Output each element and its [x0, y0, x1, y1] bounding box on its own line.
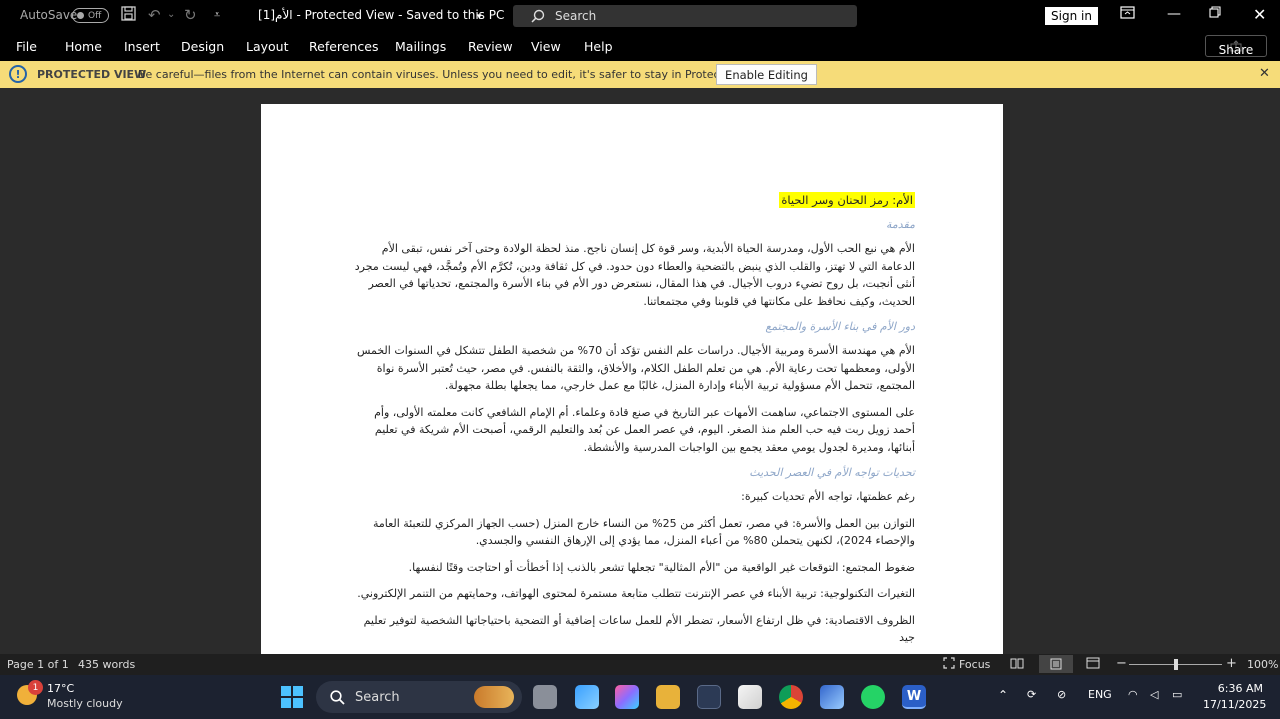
- protected-view-bar: ! PROTECTED VIEW Be careful—files from t…: [0, 61, 1280, 88]
- widgets-icon[interactable]: [575, 685, 599, 709]
- protected-view-message: Be careful—files from the Internet can c…: [138, 68, 770, 81]
- paragraph: ضغوط المجتمع: التوقعات غير الواقعية من "…: [408, 560, 915, 574]
- shield-icon: !: [9, 65, 27, 83]
- word-count[interactable]: 435 words: [78, 658, 135, 671]
- redo-icon[interactable]: ↻: [184, 6, 197, 24]
- section-heading: تحديات تواجه الأم في العصر الحديث: [749, 466, 915, 479]
- paragraph: الأم هي مهندسة الأسرة ومربية الأجيال. در…: [356, 344, 915, 392]
- zoom-out-icon[interactable]: −: [1116, 656, 1127, 671]
- volume-icon[interactable]: ◁: [1150, 688, 1158, 701]
- paragraph: على المستوى الاجتماعي، ساهمت الأمهات عبر…: [374, 405, 915, 454]
- share-label: Share: [1218, 43, 1254, 57]
- section-heading: مقدمة: [885, 218, 915, 231]
- paragraph: التغيرات التكنولوجية: تربية الأبناء في ع…: [357, 587, 915, 600]
- tab-design[interactable]: Design: [181, 39, 224, 54]
- taskbar-search-label: Search: [355, 689, 400, 705]
- paragraph: رغم عظمتها، تواجه الأم تحديات كبيرة:: [741, 490, 915, 503]
- share-button[interactable]: Share: [1205, 35, 1267, 57]
- wifi-icon[interactable]: ◠: [1128, 688, 1138, 701]
- zoom-in-icon[interactable]: +: [1226, 656, 1237, 671]
- search-highlight-icon: [473, 686, 514, 708]
- paragraph: التوازن بين العمل والأسرة: في مصر، تعمل …: [372, 516, 915, 548]
- autosave-label: AutoSave: [20, 8, 78, 22]
- sync-icon[interactable]: ⟳: [1027, 688, 1036, 701]
- app-cube-icon[interactable]: [820, 685, 844, 709]
- page-count[interactable]: Page 1 of 1: [7, 658, 69, 671]
- autosave-state: Off: [88, 10, 102, 21]
- status-bar: Page 1 of 1 435 words Focus − + 100%: [0, 654, 1280, 675]
- customize-toolbar-icon[interactable]: ⩡: [214, 6, 220, 24]
- save-icon[interactable]: [121, 6, 136, 25]
- title-dropdown-icon[interactable]: ▾: [477, 8, 482, 26]
- title-bar: AutoSave Off ↶ ⌄ ↻ ⩡ الأم[1] - Protected…: [0, 0, 1280, 32]
- show-hidden-icons[interactable]: ⌃: [998, 688, 1008, 702]
- document-canvas[interactable]: الأم: رمز الحنان وسر الحياة مقدمة الأم هي…: [0, 88, 1280, 654]
- taskbar: 1 17°C Mostly cloudy Search W ⌃ ⟳ ⊘ ENG …: [0, 675, 1280, 719]
- focus-icon[interactable]: [943, 657, 955, 672]
- edge-icon[interactable]: [697, 685, 721, 709]
- tab-help[interactable]: Help: [584, 39, 613, 54]
- language-indicator[interactable]: ENG: [1088, 688, 1112, 701]
- copilot-icon[interactable]: [615, 685, 639, 709]
- undo-dropdown-icon[interactable]: ⌄: [167, 6, 175, 24]
- minimize-icon[interactable]: —: [1167, 6, 1181, 22]
- undo-icon[interactable]: ↶: [148, 6, 161, 24]
- clock-time: 6:36 AM: [1217, 682, 1263, 695]
- section-heading: دور الأم في بناء الأسرة والمجتمع: [765, 320, 915, 333]
- print-layout-icon[interactable]: [1039, 655, 1073, 673]
- clock[interactable]: 6:36 AM 17/11/2025: [1203, 682, 1267, 711]
- taskbar-search[interactable]: Search: [316, 681, 522, 713]
- tab-home[interactable]: Home: [65, 39, 102, 54]
- document-content: الأم: رمز الحنان وسر الحياة مقدمة الأم هي…: [349, 188, 915, 647]
- notification-badge: 1: [28, 680, 43, 695]
- tab-insert[interactable]: Insert: [124, 39, 160, 54]
- toggle-dot: [77, 12, 84, 19]
- start-icon[interactable]: [281, 686, 303, 708]
- tab-layout[interactable]: Layout: [246, 39, 289, 54]
- temperature[interactable]: 17°C: [47, 682, 74, 695]
- search-label: Search: [555, 9, 597, 23]
- task-view-icon[interactable]: [533, 685, 557, 709]
- maximize-icon[interactable]: [1209, 6, 1221, 22]
- paragraph: الظروف الاقتصادية: في ظل ارتفاع الأسعار،…: [363, 613, 915, 645]
- protected-view-label: PROTECTED VIEW: [37, 68, 147, 81]
- close-bar-icon[interactable]: ✕: [1259, 66, 1270, 81]
- document-page[interactable]: الأم: رمز الحنان وسر الحياة مقدمة الأم هي…: [261, 104, 1003, 654]
- focus-label[interactable]: Focus: [959, 658, 990, 671]
- word-icon[interactable]: W: [902, 685, 926, 709]
- tab-review[interactable]: Review: [468, 39, 513, 54]
- tab-file[interactable]: File: [16, 39, 37, 54]
- sign-in-button[interactable]: Sign in: [1045, 7, 1098, 25]
- clock-date: 17/11/2025: [1203, 698, 1267, 711]
- weather-condition[interactable]: Mostly cloudy: [47, 697, 123, 710]
- read-mode-icon[interactable]: [1010, 657, 1024, 672]
- network-off-icon[interactable]: ⊘: [1057, 688, 1066, 701]
- tab-mailings[interactable]: Mailings: [395, 39, 446, 54]
- zoom-slider-thumb[interactable]: [1173, 659, 1178, 670]
- tab-view[interactable]: View: [531, 39, 561, 54]
- search-icon: [531, 9, 545, 23]
- document-heading: الأم: رمز الحنان وسر الحياة: [779, 192, 915, 208]
- chrome-icon[interactable]: [779, 685, 803, 709]
- file-explorer-icon[interactable]: [656, 685, 680, 709]
- store-icon[interactable]: [738, 685, 762, 709]
- zoom-level[interactable]: 100%: [1247, 658, 1278, 671]
- paragraph: الأم هي نبع الحب الأول، ومدرسة الحياة ال…: [354, 242, 915, 308]
- enable-editing-button[interactable]: Enable Editing: [716, 64, 817, 85]
- whatsapp-icon[interactable]: [861, 685, 885, 709]
- web-layout-icon[interactable]: [1086, 657, 1100, 672]
- close-icon[interactable]: ✕: [1253, 5, 1266, 24]
- battery-icon[interactable]: ▭: [1172, 688, 1182, 701]
- search-icon: [330, 689, 345, 705]
- autosave-toggle[interactable]: Off: [72, 8, 109, 23]
- ribbon-tabs: File Home Insert Design Layout Reference…: [0, 32, 1280, 61]
- search-box[interactable]: Search: [513, 5, 857, 27]
- tab-references[interactable]: References: [309, 39, 378, 54]
- ribbon-display-icon[interactable]: [1120, 6, 1135, 23]
- document-title: الأم[1] - Protected View - Saved to this…: [258, 8, 505, 22]
